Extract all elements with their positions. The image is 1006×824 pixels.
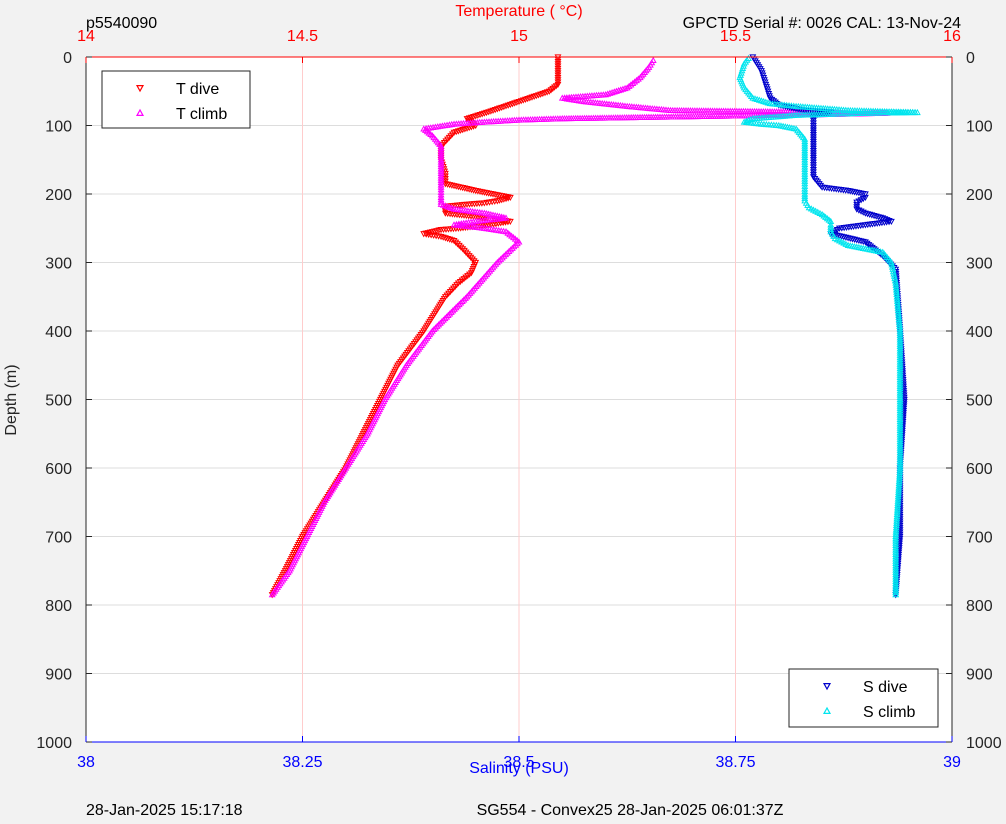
depth-axis-label: Depth (m) (3, 364, 20, 435)
depth-tick-label-left: 700 (45, 530, 72, 547)
profile-id-label: p5540090 (86, 15, 157, 32)
depth-tick-label-right: 900 (966, 667, 993, 684)
legend-label: T climb (176, 106, 227, 123)
depth-tick-label-left: 100 (45, 119, 72, 136)
depth-tick-label-right: 100 (966, 119, 993, 136)
depth-tick-label-right: 300 (966, 256, 993, 273)
legend-top-left: T dive T climb (101, 70, 251, 129)
chart-svg: 0 0 100 100 200 200 300 300 400 400 500 500 600 600 70… (3, 3, 1002, 819)
depth-tick-label-right: 600 (966, 461, 993, 478)
footer-timestamp: 28-Jan-2025 15:17:18 (86, 802, 243, 819)
depth-tick-label-left: 400 (45, 324, 72, 341)
salinity-axis-label: Salinity (PSU) (469, 760, 569, 777)
depth-tick-label-left: 900 (45, 667, 72, 684)
legend-bottom-right: S dive S climb (788, 668, 939, 728)
depth-tick-label-left: 1000 (36, 735, 72, 752)
depth-tick-label-left: 300 (45, 256, 72, 273)
depth-tick-label-right: 200 (966, 187, 993, 204)
depth-tick-label-right: 400 (966, 324, 993, 341)
chart-figure: 0 0 100 100 200 200 300 300 400 400 500 500 600 600 70… (0, 0, 1006, 819)
depth-tick-label-right: 800 (966, 598, 993, 615)
depth-tick-label-right: 700 (966, 530, 993, 547)
legend-label: S climb (863, 704, 916, 721)
salinity-tick-label: 38.25 (282, 754, 322, 771)
salinity-tick-label: 38 (77, 754, 95, 771)
footer-mission-label: SG554 - Convex25 28-Jan-2025 06:01:37Z (477, 802, 784, 819)
depth-tick-label-left: 500 (45, 393, 72, 410)
legend-label: T dive (176, 81, 219, 98)
depth-tick-label-left: 600 (45, 461, 72, 478)
salinity-tick-label: 39 (943, 754, 961, 771)
legend-label: S dive (863, 679, 908, 696)
depth-tick-label-left: 200 (45, 187, 72, 204)
temperature-tick-label: 14.5 (287, 28, 318, 45)
salinity-tick-label: 38.75 (715, 754, 755, 771)
depth-tick-label-right: 500 (966, 393, 993, 410)
serial-label: GPCTD Serial #: 0026 CAL: 13-Nov-24 (683, 15, 961, 32)
depth-tick-label-right: 1000 (966, 735, 1002, 752)
depth-tick-label-right: 0 (966, 50, 975, 67)
depth-tick-label-left: 800 (45, 598, 72, 615)
depth-tick-label-left: 0 (63, 50, 72, 67)
temperature-axis-label: Temperature ( °C) (455, 3, 582, 20)
temperature-tick-label: 15 (510, 28, 528, 45)
